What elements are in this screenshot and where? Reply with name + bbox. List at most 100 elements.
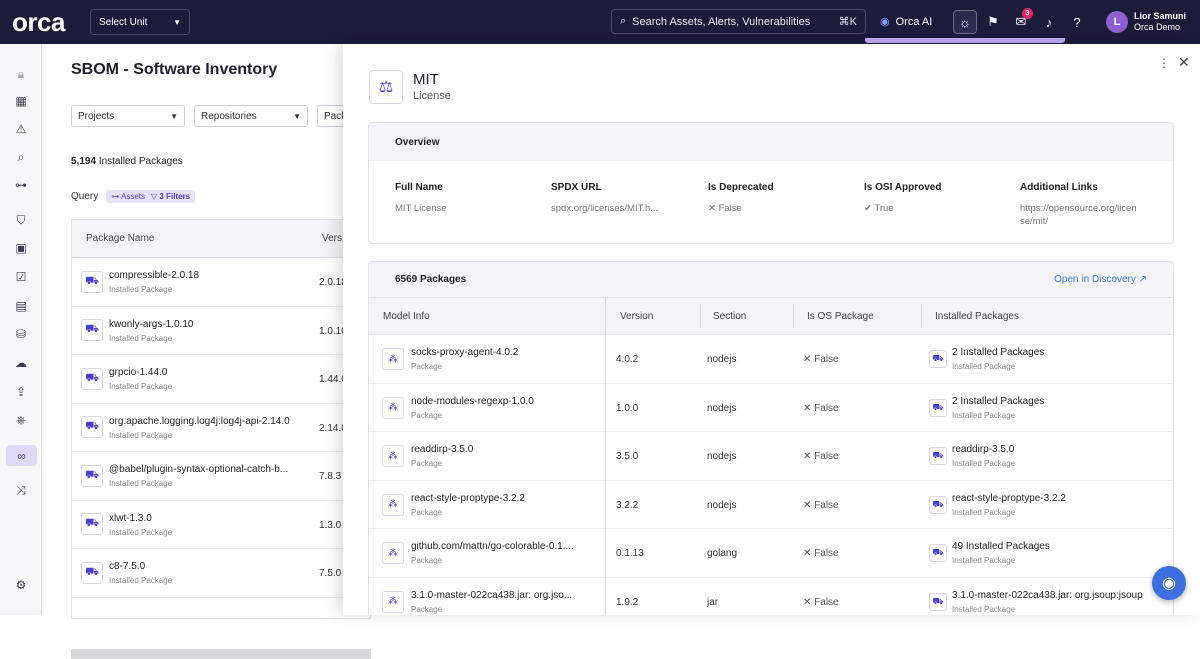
projects-filter[interactable]: Projects ▼	[71, 105, 185, 127]
field-is-deprecated: Is Deprecated ✕ False	[708, 182, 774, 215]
select-unit-dropdown[interactable]: Select Unit ▼	[90, 9, 190, 35]
installed-packages-type: Installed Package	[952, 410, 1016, 420]
asset-icon: ⊶	[111, 192, 122, 201]
repositories-filter[interactable]: Repositories ▼	[194, 105, 308, 127]
search-icon[interactable]: ⌕	[11, 147, 31, 167]
model-name[interactable]: node-modules-regexp-1.0.0	[411, 396, 591, 407]
table-row[interactable]: ⁂ github.com/mattn/go-colorable-0.1.... Pa…	[369, 529, 1173, 578]
lock-icon[interactable]: 🔒︎	[11, 64, 31, 84]
dashboard-icon[interactable]: ▦	[11, 91, 31, 111]
table-row[interactable]: ⛟ compressible-2.0.18 Installed Package 2.0…	[72, 258, 370, 307]
close-icon[interactable]: ✕	[1178, 54, 1190, 71]
open-in-discovery-link[interactable]: Open in Discovery ↗	[1054, 274, 1147, 285]
kubernetes-icon[interactable]: ⎈	[11, 410, 31, 430]
orca-logo[interactable]: orca	[12, 7, 65, 37]
model-type: Package	[411, 459, 443, 468]
upload-icon[interactable]: ⇪	[11, 382, 31, 402]
overview-title: Overview	[369, 123, 1173, 161]
package-name: c8-7.5.0	[109, 561, 146, 572]
package-icon: ⁂	[382, 445, 404, 467]
table-row[interactable]: ⁂ 3.1.0-master-022ca438.jar: org.jso... Pa…	[369, 578, 1173, 616]
model-name[interactable]: github.com/mattn/go-colorable-0.1....	[411, 541, 591, 552]
table-row[interactable]: ⁂ react-style-proptype-3.2.2 Package 3.2.2 n…	[369, 481, 1173, 529]
model-name[interactable]: react-style-proptype-3.2.2	[411, 493, 591, 504]
avatar[interactable]: L	[1106, 11, 1128, 33]
package-version: 4.0.2	[616, 354, 639, 365]
table-row[interactable]: ⛟ c8-7.5.0 Installed Package 7.5.0	[72, 549, 370, 598]
chevron-down-icon: ▼	[170, 111, 178, 121]
alert-icon[interactable]: ⚠	[11, 119, 31, 139]
table-row[interactable]: ⛟ kwonly-args-1.0.10 Installed Package 1.0.…	[72, 307, 370, 355]
installed-packages[interactable]: 49 Installed Packages	[952, 541, 1157, 552]
model-name[interactable]: socks-proxy-agent-4.0.2	[411, 347, 591, 358]
package-type: Installed Package	[109, 285, 173, 294]
is-os-package: ✕ False	[803, 548, 839, 559]
col-installed-packages[interactable]: Installed Packages	[935, 311, 1019, 322]
help-icon[interactable]: ?	[1065, 10, 1089, 34]
is-os-package: ✕ False	[803, 451, 839, 462]
installed-packages[interactable]: 2 Installed Packages	[952, 396, 1157, 407]
query-chip[interactable]: ⊶ Assets ▽ 3 Filters	[106, 190, 196, 203]
count-number: 5,194	[71, 156, 97, 167]
table-row[interactable]: ⛟ xlwt-1.3.0 Installed Package 1.3.0	[72, 501, 370, 549]
settings-gear-icon[interactable]: ⚙	[11, 575, 31, 595]
package-version: 1.0.0	[616, 402, 639, 414]
package-version: 3.2.2	[616, 499, 639, 511]
shield-icon[interactable]: ⛉	[11, 210, 31, 230]
installed-packages[interactable]: readdirp-3.5.0	[952, 444, 1157, 455]
col-version[interactable]: Vers	[308, 233, 342, 244]
col-is-os-package[interactable]: Is OS Package	[807, 311, 874, 322]
package-icon: ⁂	[382, 348, 404, 370]
table-row[interactable]: ⛟ org.apache.logging.log4j:log4j-api-2.14…	[72, 404, 370, 452]
col-model-info[interactable]: Model Info	[383, 311, 430, 322]
col-section[interactable]: Section	[713, 311, 746, 322]
chat-icon[interactable]: ✉ 3	[1009, 8, 1033, 34]
col-version[interactable]: Version	[620, 311, 653, 322]
table-row[interactable]: ⁂ socks-proxy-agent-4.0.2 Package 4.0.2 node…	[369, 335, 1173, 384]
installed-packages[interactable]: 3.1.0-master-022ca438.jar: org.jsoup:jso…	[952, 590, 1157, 601]
chevron-down-icon: ▼	[293, 111, 301, 121]
panel-subtitle: License	[413, 90, 451, 102]
package-name: compressible-2.0.18	[109, 270, 200, 281]
installed-packages[interactable]: 2 Installed Packages	[952, 347, 1157, 358]
model-type: Package	[411, 362, 443, 371]
database-icon[interactable]: ⛁	[11, 324, 31, 344]
installed-packages-type: Installed Package	[952, 556, 1016, 565]
table-row[interactable]: ⛟ grpcio-1.44.0 Installed Package 1.44.0	[72, 355, 370, 404]
sbom-icon[interactable]: ∞	[6, 445, 37, 466]
model-name[interactable]: 3.1.0-master-022ca438.jar: org.jso...	[411, 590, 591, 601]
global-search-input[interactable]: ⌕ Search Assets, Alerts, Vulnerabilities…	[611, 9, 866, 34]
field-value: ✕ False	[708, 203, 742, 214]
installed-packages-type: Installed Package	[952, 604, 1016, 614]
user-info[interactable]: Lior Samuni Orca Demo	[1134, 11, 1186, 33]
horizontal-scrollbar[interactable]	[71, 649, 371, 659]
orca-ai-button[interactable]: ◉ Orca AI	[880, 9, 932, 34]
checklist-icon[interactable]: ☑	[11, 267, 31, 287]
report-icon[interactable]: ▤	[11, 296, 31, 316]
col-package-name[interactable]: Package Name	[72, 233, 308, 244]
package-icon: ⛟	[81, 270, 103, 293]
orca-assistant-button[interactable]: ◉	[1152, 566, 1186, 600]
bell-icon[interactable]: ♪	[1037, 10, 1061, 34]
installed-package-icon: ⛟	[929, 544, 947, 562]
installed-package-icon: ⛟	[929, 398, 947, 417]
panel-title: MIT	[413, 71, 439, 88]
workflow-icon[interactable]: ⤨	[11, 480, 31, 500]
more-options-icon[interactable]: ⋮	[1158, 56, 1170, 70]
model-name[interactable]: readdirp-3.5.0	[411, 444, 591, 455]
graph-icon[interactable]: ⊶	[11, 175, 31, 195]
table-row[interactable]: ⁂ readdirp-3.5.0 Package 3.5.0 nodejs ✕ False…	[369, 432, 1173, 481]
briefcase-icon[interactable]: ▣	[11, 238, 31, 258]
table-row[interactable]: ⛟ @babel/plugin-syntax-optional-catch-b..…	[72, 452, 370, 501]
installed-packages[interactable]: react-style-proptype-3.2.2	[952, 493, 1157, 504]
theme-sun-icon[interactable]: ☼	[953, 10, 977, 34]
table-row[interactable]: ⁂ node-modules-regexp-1.0.0 Package 1.0.0 no…	[369, 384, 1173, 432]
installed-package-icon: ⛟	[929, 495, 947, 514]
is-os-package: ✕ False	[803, 499, 839, 511]
cloud-icon[interactable]: ☁	[11, 353, 31, 373]
flag-icon[interactable]: ⚑	[981, 10, 1005, 34]
field-value[interactable]: spdx.org/licenses/MIT.h...	[551, 202, 681, 215]
field-label: Is OSI Approved	[864, 182, 942, 193]
field-value[interactable]: https://opensource.org/licen se/mit/	[1020, 202, 1150, 228]
user-org: Orca Demo	[1134, 22, 1181, 32]
